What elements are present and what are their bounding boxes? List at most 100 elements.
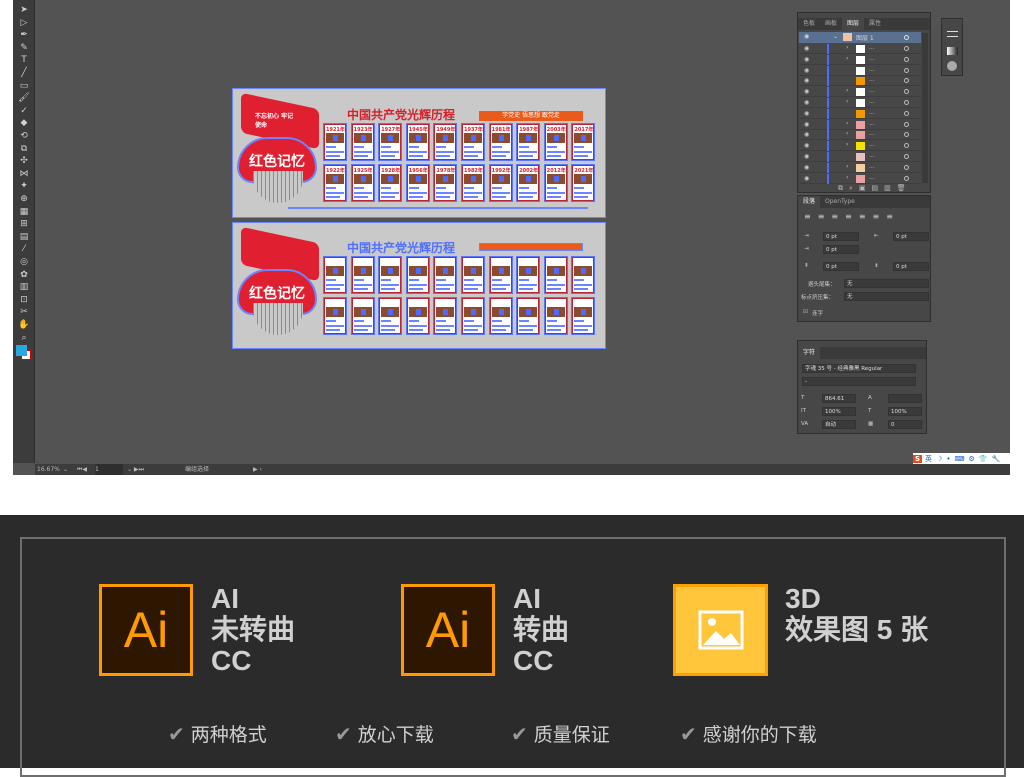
transparency-icon[interactable]	[947, 61, 957, 71]
target-icon[interactable]	[904, 175, 909, 181]
eye-icon[interactable]: ◉	[804, 77, 809, 84]
timeline-card[interactable]	[378, 256, 403, 294]
kinsoku-select[interactable]: 无	[844, 279, 929, 288]
layer-row[interactable]: ◉ ›...	[799, 130, 921, 141]
layer-row[interactable]: ◉ ›...	[799, 141, 921, 152]
space-before-field[interactable]: 0 pt	[823, 262, 859, 271]
chevron-right-icon[interactable]: ›	[846, 55, 848, 62]
chevron-down-icon[interactable]: ⌄	[833, 33, 838, 40]
artboard-number[interactable]: 1	[95, 464, 123, 475]
vertical-scale-field[interactable]: 100%	[822, 407, 856, 416]
ime-mode[interactable]: 英	[925, 454, 932, 464]
layer-row[interactable]: ◉ ›...	[799, 87, 921, 98]
timeline-card[interactable]: 1923年	[350, 123, 375, 161]
timeline-card[interactable]	[461, 297, 485, 335]
target-icon[interactable]	[904, 110, 909, 116]
timeline-card[interactable]	[516, 256, 541, 294]
layer-name[interactable]: 图层 1	[856, 33, 874, 42]
timeline-card[interactable]: 2021年	[571, 164, 596, 202]
space-after-field[interactable]: 0 pt	[893, 262, 929, 271]
font-style-select[interactable]: -	[802, 377, 916, 386]
hand-tool-icon[interactable]: ✋	[17, 319, 31, 331]
layer-name[interactable]: ...	[869, 66, 875, 73]
eyedropper-tool-icon[interactable]: ⁄	[17, 243, 31, 255]
layer-row[interactable]: ◉ ›...	[799, 173, 921, 184]
tab-layers-0[interactable]: 色板	[798, 18, 820, 30]
layer-name[interactable]: ...	[869, 55, 875, 62]
layer-row[interactable]: ◉...	[799, 152, 921, 162]
target-icon[interactable]	[904, 89, 909, 95]
eye-icon[interactable]: ◉	[804, 33, 809, 40]
target-icon[interactable]	[904, 35, 909, 40]
layer-row[interactable]: ◉ ›...	[799, 54, 921, 65]
eye-icon[interactable]: ◉	[804, 164, 809, 171]
chevron-right-icon[interactable]: ›	[846, 44, 848, 51]
scrollbar[interactable]	[922, 33, 928, 183]
artboard-tool-icon[interactable]: ⊡	[17, 294, 31, 306]
layer-name[interactable]: ...	[869, 174, 875, 181]
tab-layers-2[interactable]: 图层	[842, 18, 865, 30]
timeline-card[interactable]: 1922年	[323, 164, 347, 202]
layer-row[interactable]: ◉ ›...	[799, 44, 921, 54]
timeline-card[interactable]: 1978年	[433, 164, 458, 202]
timeline-card[interactable]: 1987年	[516, 123, 541, 161]
timeline-card[interactable]	[571, 256, 596, 294]
eye-icon[interactable]: ◉	[804, 110, 809, 117]
layer-row[interactable]: ◉...	[799, 108, 921, 119]
timeline-card[interactable]	[405, 297, 430, 335]
symbol-sprayer-tool-icon[interactable]: ✿	[17, 269, 31, 281]
timeline-card[interactable]: 1982年	[461, 164, 485, 202]
column-graph-tool-icon[interactable]: ▥	[17, 281, 31, 293]
rectangle-tool-icon[interactable]: ▭	[17, 80, 31, 92]
timeline-card[interactable]: 1981年	[488, 123, 513, 161]
tracking-field[interactable]: 0	[888, 420, 922, 429]
line-tool-icon[interactable]: ╱	[17, 67, 31, 79]
layer-actions[interactable]: ⧉⌕▣▤▥🗑	[838, 184, 912, 193]
eye-icon[interactable]: ◉	[804, 99, 809, 106]
artboard-2[interactable]: 红色记忆 中国共产党光辉历程	[232, 222, 606, 349]
timeline-card[interactable]: 1928年	[378, 164, 403, 202]
layer-row-top[interactable]: ◉ ⌄ 图层 1	[799, 32, 921, 43]
zoom-level[interactable]: 16.67%	[37, 464, 60, 475]
timeline-card[interactable]: 1992年	[488, 164, 513, 202]
layer-row[interactable]: ◉...	[799, 76, 921, 87]
layer-row[interactable]: ◉...	[799, 65, 921, 76]
kerning-field[interactable]: 自动	[822, 420, 856, 429]
layer-name[interactable]: ...	[869, 163, 875, 170]
target-icon[interactable]	[904, 154, 909, 159]
timeline-card[interactable]	[488, 297, 513, 335]
timeline-card[interactable]	[543, 297, 568, 335]
fill-color-swatch[interactable]	[16, 345, 27, 356]
tab-layers-3[interactable]: 属性	[864, 18, 886, 30]
tab-layers-1[interactable]: 画板	[820, 18, 842, 30]
timeline-card[interactable]: 1925年	[350, 164, 375, 202]
warp-tool-icon[interactable]: ✣	[17, 155, 31, 167]
layer-row[interactable]: ◉ ›...	[799, 119, 921, 130]
timeline-card[interactable]: 1921年	[323, 123, 347, 161]
zoom-tool-icon[interactable]: ⌕	[17, 332, 31, 344]
eye-icon[interactable]: ◉	[804, 175, 809, 182]
target-icon[interactable]	[904, 132, 909, 138]
chevron-right-icon[interactable]: ›	[846, 87, 848, 94]
prev-artboard-icon[interactable]: ⏮◀	[77, 464, 87, 475]
timeline-card[interactable]	[323, 297, 347, 335]
target-icon[interactable]	[904, 46, 909, 51]
tab-paragraph[interactable]: 段落	[798, 196, 821, 208]
font-size-field[interactable]: 864.61	[822, 394, 856, 403]
right-indent-field[interactable]: 0 pt	[893, 232, 929, 241]
timeline-card[interactable]	[378, 297, 403, 335]
eye-icon[interactable]: ◉	[804, 142, 809, 149]
type-tool-icon[interactable]: T	[17, 54, 31, 66]
width-tool-icon[interactable]: ⋈	[17, 168, 31, 180]
timeline-card[interactable]	[516, 297, 541, 335]
leading-field[interactable]	[888, 394, 922, 403]
layer-name[interactable]: ...	[869, 87, 875, 94]
layer-name[interactable]: ...	[869, 130, 875, 137]
eye-icon[interactable]: ◉	[804, 121, 809, 128]
layer-name[interactable]: ...	[869, 76, 875, 83]
timeline-card[interactable]: 1927年	[378, 123, 403, 161]
shaper-tool-icon[interactable]: ✓	[17, 105, 31, 117]
timeline-card[interactable]	[488, 256, 513, 294]
chevron-right-icon[interactable]: ›	[846, 98, 848, 105]
stroke-icon[interactable]	[947, 31, 958, 37]
